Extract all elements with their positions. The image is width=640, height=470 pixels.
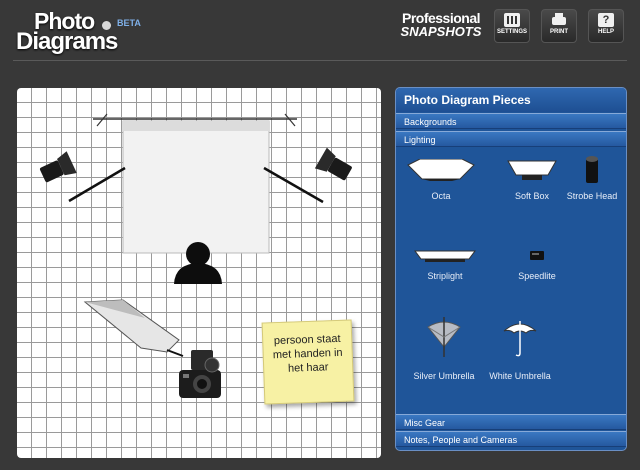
backdrop-stand-icon[interactable] (93, 113, 297, 254)
diagram-canvas[interactable]: persoon staat met handen in het haar (17, 88, 381, 458)
logo-line-2: Diagrams (16, 28, 118, 55)
softbox-icon (507, 160, 557, 180)
header-divider (13, 60, 627, 61)
piece-white-umbrella[interactable]: White Umbrella (489, 317, 551, 387)
softbox-light-icon[interactable] (83, 299, 184, 357)
piece-striplight[interactable]: Striplight (413, 249, 477, 289)
piece-label: Speedlite (518, 271, 556, 281)
canvas-items-layer (38, 113, 355, 398)
camera-icon[interactable] (179, 350, 221, 398)
help-button[interactable]: ? HELP (588, 9, 624, 43)
piece-label: Strobe Head (566, 191, 618, 201)
print-label: PRINT (550, 29, 568, 35)
piece-octa[interactable]: Octa (406, 158, 476, 209)
beta-badge: BETA (117, 18, 141, 28)
print-button[interactable]: PRINT (541, 9, 577, 43)
printer-icon (551, 13, 567, 27)
piece-strobe-head[interactable]: Strobe Head (567, 155, 617, 209)
left-strobe-light-icon[interactable] (38, 151, 126, 203)
question-mark-icon: ? (598, 13, 614, 27)
sticky-note[interactable]: persoon staat met handen in het haar (261, 319, 355, 405)
speedlite-icon (530, 251, 544, 260)
section-notes-people-cameras[interactable]: Notes, People and Cameras (396, 431, 626, 447)
piece-label: White Umbrella (489, 371, 551, 381)
octa-icon (407, 158, 475, 181)
strobe-head-icon (586, 156, 598, 183)
settings-button[interactable]: SETTINGS (494, 9, 530, 43)
piece-speedlite[interactable]: Speedlite (518, 249, 556, 289)
lighting-pieces-grid: Octa Soft Box Strobe Head Striplight Spe… (396, 149, 626, 413)
piece-silver-umbrella[interactable]: Silver Umbrella (413, 317, 475, 387)
right-strobe-light-icon[interactable] (263, 147, 355, 204)
piece-soft-box[interactable]: Soft Box (506, 159, 558, 209)
help-label: HELP (597, 29, 614, 35)
app-logo: Photo BETA Diagrams (16, 8, 141, 55)
settings-label: SETTINGS (496, 29, 527, 35)
section-lighting[interactable]: Lighting (396, 131, 626, 147)
brand-logo: Professional SNAPSHOTS (395, 10, 487, 39)
settings-sliders-icon (504, 13, 520, 27)
section-misc-gear[interactable]: Misc Gear (396, 414, 626, 430)
striplight-icon (414, 250, 476, 262)
diagram-pieces-panel: Photo Diagram Pieces Backgrounds Lightin… (395, 87, 627, 451)
white-umbrella-icon (503, 321, 537, 357)
silver-umbrella-icon (427, 317, 461, 357)
section-backgrounds[interactable]: Backgrounds (396, 113, 626, 129)
panel-title: Photo Diagram Pieces (396, 88, 626, 112)
brand-line-2: SNAPSHOTS (400, 24, 482, 39)
app-header: Photo BETA Diagrams Professional SNAPSHO… (0, 0, 640, 60)
